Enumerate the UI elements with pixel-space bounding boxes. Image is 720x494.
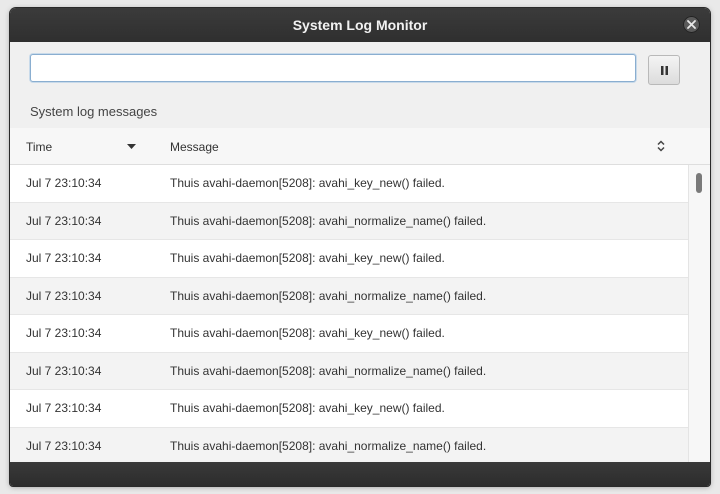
close-icon (687, 20, 696, 29)
table-row[interactable]: Jul 7 23:10:34 Thuis avahi-daemon[5208]:… (10, 165, 688, 203)
log-monitor-window: System Log Monitor System log messages T… (10, 8, 710, 486)
cell-time: Jul 7 23:10:34 (26, 438, 102, 453)
table-row[interactable]: Jul 7 23:10:34 Thuis avahi-daemon[5208]:… (10, 390, 688, 428)
table-row[interactable]: Jul 7 23:10:34 Thuis avahi-daemon[5208]:… (10, 427, 688, 462)
sort-toggle-icon (657, 140, 665, 152)
column-header-message[interactable]: Message (158, 128, 690, 164)
column-header-time-label: Time (26, 140, 53, 154)
table-row[interactable]: Jul 7 23:10:34 Thuis avahi-daemon[5208]:… (10, 240, 688, 278)
log-table: Time Message Jul 7 23:10:34 Thuis avahi-… (10, 128, 710, 462)
search-input[interactable] (30, 54, 636, 82)
bottom-bar (10, 462, 710, 486)
column-header-time[interactable]: Time (10, 128, 150, 164)
column-header-message-label: Message (170, 140, 219, 154)
table-row[interactable]: Jul 7 23:10:34 Thuis avahi-daemon[5208]:… (10, 277, 688, 315)
cell-time: Jul 7 23:10:34 (26, 213, 102, 228)
table-body: Jul 7 23:10:34 Thuis avahi-daemon[5208]:… (10, 165, 688, 462)
cell-message: Thuis avahi-daemon[5208]: avahi_normaliz… (170, 213, 487, 228)
table-row[interactable]: Jul 7 23:10:34 Thuis avahi-daemon[5208]:… (10, 315, 688, 353)
cell-message: Thuis avahi-daemon[5208]: avahi_normaliz… (170, 288, 487, 303)
window-title: System Log Monitor (292, 17, 428, 33)
cell-message: Thuis avahi-daemon[5208]: avahi_key_new(… (170, 326, 445, 340)
sort-down-icon (127, 144, 136, 149)
cell-message: Thuis avahi-daemon[5208]: avahi_key_new(… (170, 401, 445, 415)
cell-time: Jul 7 23:10:34 (26, 288, 102, 303)
close-button[interactable] (683, 16, 700, 33)
cell-message: Thuis avahi-daemon[5208]: avahi_normaliz… (170, 438, 487, 453)
cell-time: Jul 7 23:10:34 (26, 251, 102, 265)
cell-message: Thuis avahi-daemon[5208]: avahi_key_new(… (170, 176, 445, 190)
pause-button[interactable] (648, 55, 680, 85)
table-row[interactable]: Jul 7 23:10:34 Thuis avahi-daemon[5208]:… (10, 352, 688, 390)
cell-time: Jul 7 23:10:34 (26, 176, 102, 190)
title-bar[interactable]: System Log Monitor (10, 8, 710, 42)
table-header: Time Message (10, 128, 710, 165)
table-row[interactable]: Jul 7 23:10:34 Thuis avahi-daemon[5208]:… (10, 202, 688, 240)
vertical-scrollbar[interactable] (688, 165, 710, 462)
pause-icon (661, 66, 668, 75)
cell-message: Thuis avahi-daemon[5208]: avahi_normaliz… (170, 363, 487, 378)
section-label: System log messages (30, 104, 158, 119)
cell-message: Thuis avahi-daemon[5208]: avahi_key_new(… (170, 251, 445, 265)
scrollbar-thumb[interactable] (696, 173, 702, 193)
cell-time: Jul 7 23:10:34 (26, 363, 102, 378)
cell-time: Jul 7 23:10:34 (26, 326, 102, 340)
cell-time: Jul 7 23:10:34 (26, 401, 102, 415)
toolbar (10, 42, 710, 104)
